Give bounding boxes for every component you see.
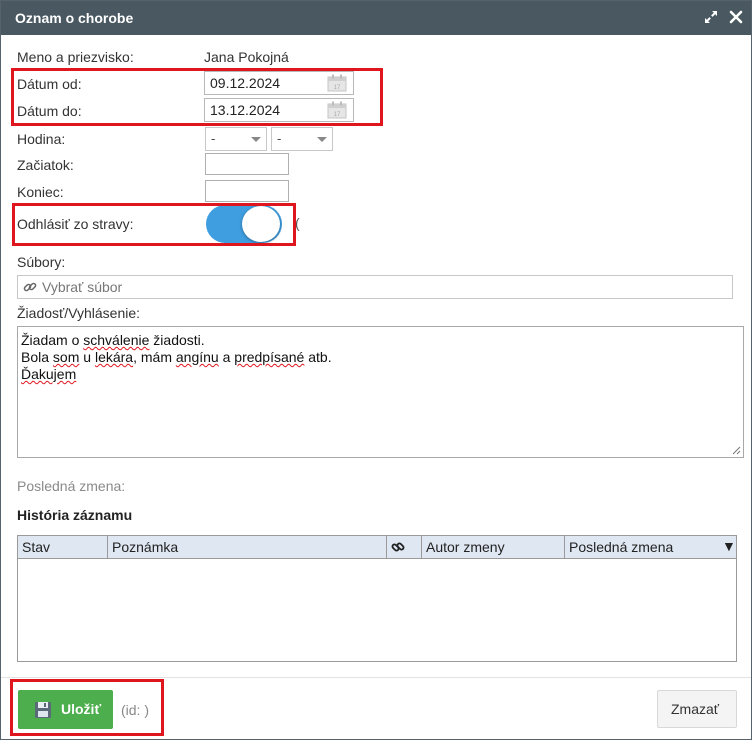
end-label: Koniec: (17, 184, 64, 200)
request-line-2: Bola som u lekára, mám angínu a predpísa… (21, 349, 332, 365)
col-status-label: Stav (22, 539, 51, 555)
hour-label: Hodina: (17, 131, 66, 147)
hour-from-selected: - (211, 131, 216, 146)
expand-icon[interactable] (703, 9, 719, 25)
close-icon[interactable] (728, 9, 744, 25)
chevron-down-icon (317, 137, 327, 142)
files-label: Súbory: (17, 254, 66, 270)
col-last-change-label: Posledná zmena (569, 539, 674, 555)
col-author[interactable]: Autor zmeny (422, 536, 565, 558)
sort-desc-icon[interactable]: ▼ (722, 538, 736, 554)
col-last-change[interactable]: Posledná zmena ▼ (565, 536, 736, 558)
start-label: Začiatok: (17, 157, 74, 173)
delete-button[interactable]: Zmazať (657, 690, 737, 728)
col-note-label: Poznámka (112, 539, 179, 555)
file-picker[interactable]: Vybrať súbor (17, 275, 733, 299)
col-note[interactable]: Poznámka (108, 536, 387, 558)
link-icon (391, 542, 405, 552)
request-label: Žiadosť/Vyhlásenie: (17, 305, 141, 321)
highlight-meal (12, 203, 296, 246)
history-title: História záznamu (17, 507, 133, 523)
chevron-down-icon (251, 137, 261, 142)
end-input[interactable] (205, 180, 289, 202)
history-grid-header: Stav Poznámka Autor zmeny Posledná zmena… (18, 536, 736, 559)
hour-to-select[interactable]: - (271, 127, 333, 151)
hour-from-select[interactable]: - (205, 127, 267, 151)
last-change-label: Posledná zmena: (17, 478, 126, 494)
sick-leave-dialog: Oznam o chorobe Meno a priezvisko: Jana … (0, 0, 752, 740)
link-icon (23, 282, 37, 292)
col-link[interactable] (387, 536, 422, 558)
resize-handle-icon[interactable] (731, 445, 741, 455)
highlight-dates (11, 68, 383, 126)
request-line-1: Žiadam o schválenie žiadosti. (21, 332, 205, 348)
dialog-title: Oznam o chorobe (15, 10, 134, 26)
start-input[interactable] (205, 153, 289, 175)
delete-button-label: Zmazať (671, 701, 720, 717)
col-author-label: Autor zmeny (426, 539, 505, 555)
footer-divider (1, 677, 751, 678)
history-grid: Stav Poznámka Autor zmeny Posledná zmena… (17, 535, 737, 662)
hour-to-selected: - (277, 131, 282, 146)
name-value: Jana Pokojná (204, 49, 289, 65)
request-line-3: Ďakujem (21, 366, 77, 382)
highlight-save (10, 679, 164, 736)
name-label: Meno a priezvisko: (17, 49, 134, 65)
file-picker-placeholder: Vybrať súbor (42, 279, 123, 295)
dialog-titlebar: Oznam o chorobe (1, 1, 751, 35)
request-textarea[interactable]: Žiadam o schválenie žiadosti. Bola som u… (17, 326, 744, 458)
col-status[interactable]: Stav (18, 536, 108, 558)
